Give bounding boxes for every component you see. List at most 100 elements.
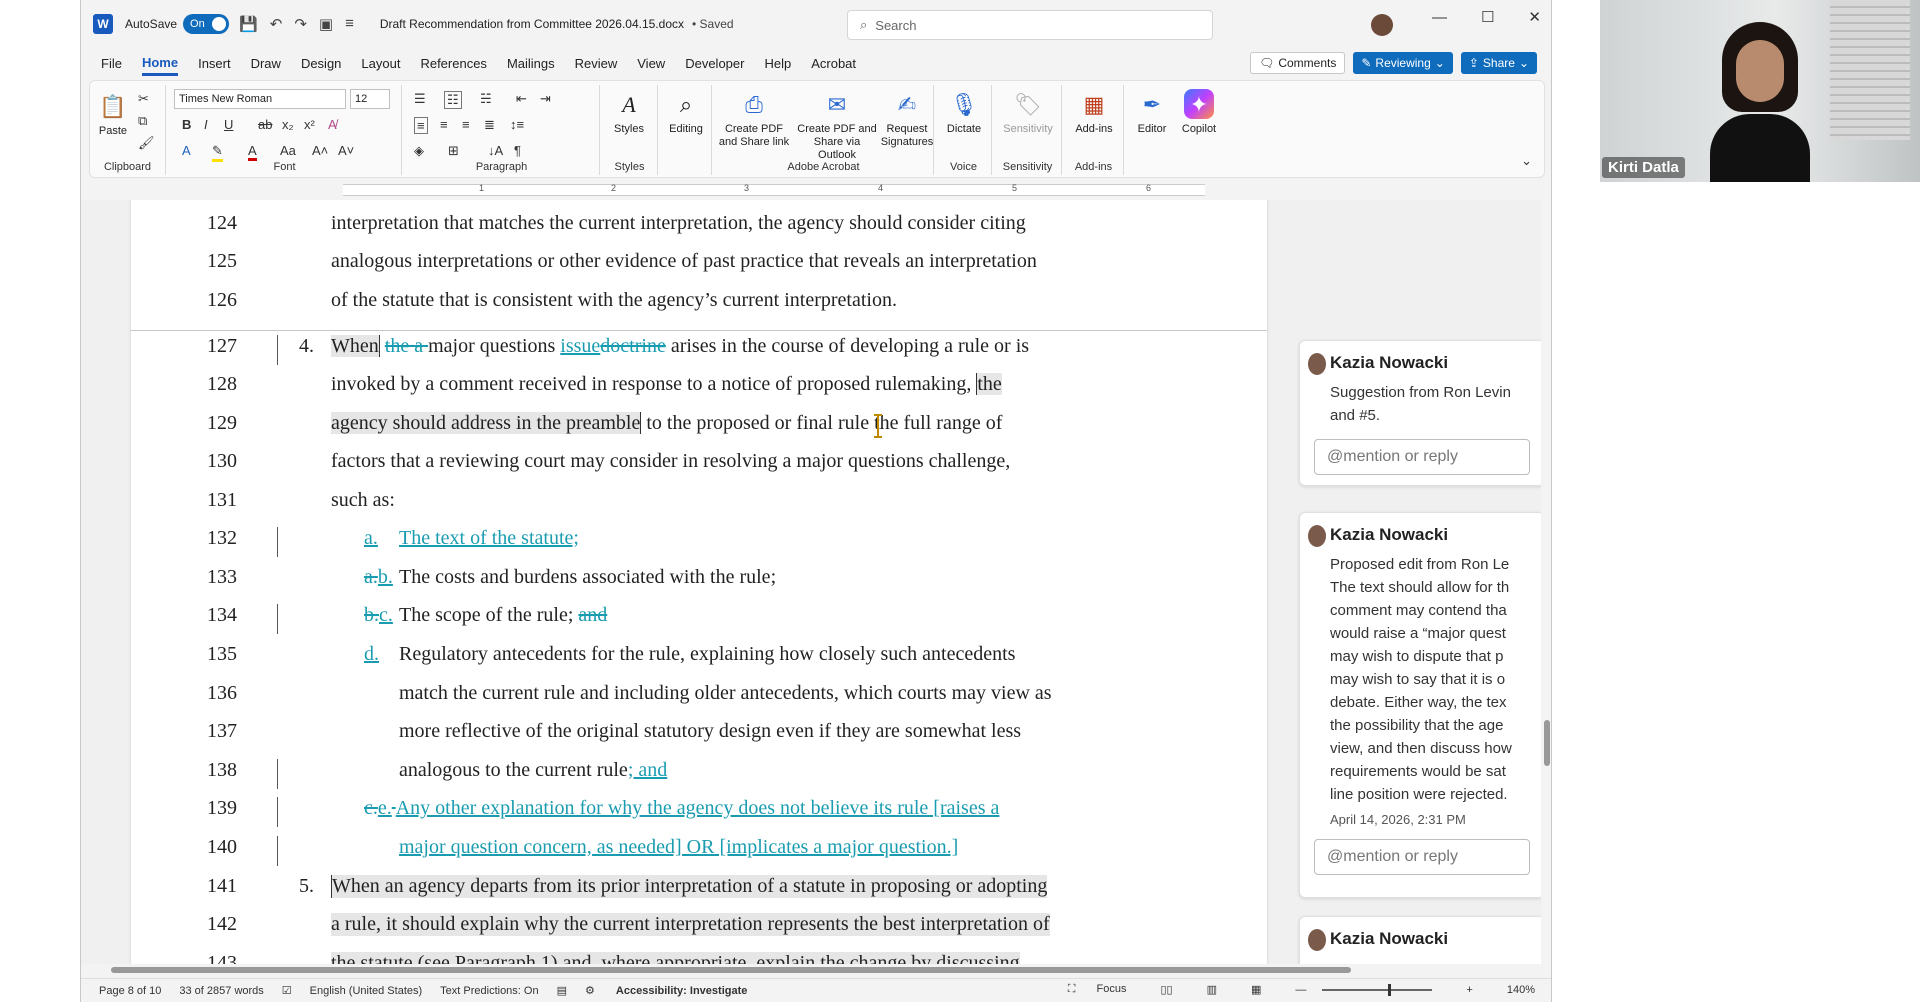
addins-button[interactable]: ▦ Add-ins [1068, 89, 1120, 136]
read-mode-icon[interactable]: ▯▯ [1161, 983, 1173, 996]
editor-button[interactable]: ✒ Editor [1130, 89, 1174, 136]
reply-input[interactable]: @mention or reply [1314, 439, 1530, 475]
document-title[interactable]: Draft Recommendation from Committee 2026… [380, 17, 684, 31]
align-center-icon[interactable]: ≡ [440, 117, 448, 132]
reply-input[interactable]: @mention or reply [1314, 839, 1530, 875]
borders-icon[interactable]: ⊞ [448, 143, 459, 159]
comment-card[interactable]: Kazia Nowacki [1299, 916, 1541, 964]
tab-home[interactable]: Home [141, 55, 179, 76]
language-indicator[interactable]: English (United States) [310, 985, 423, 997]
scrollbar-thumb[interactable] [1544, 720, 1550, 766]
autosave-toggle[interactable]: On [183, 14, 230, 34]
italic-icon[interactable]: I [204, 117, 208, 132]
text-predictions[interactable]: Text Predictions: On [440, 985, 538, 997]
create-pdf-link-button[interactable]: ⎙ Create PDF and Share link [716, 89, 792, 149]
underline-icon[interactable]: U [224, 117, 233, 132]
tab-draw[interactable]: Draw [251, 56, 281, 74]
bold-icon[interactable]: B [182, 117, 191, 132]
editing-button[interactable]: ⌕ Editing [662, 89, 710, 136]
superscript-icon[interactable]: x² [304, 117, 315, 132]
document-line: 137 more reflective of the original stat… [131, 720, 1267, 758]
tab-references[interactable]: References [420, 56, 486, 74]
shrink-font-icon[interactable]: A˅ [338, 143, 354, 158]
tab-view[interactable]: View [637, 56, 665, 74]
copilot-button[interactable]: ✦ Copilot [1176, 89, 1222, 136]
bullets-icon[interactable]: ☰ [414, 91, 426, 107]
justify-icon[interactable]: ≣ [484, 117, 495, 133]
maximize-icon[interactable]: ☐ [1481, 8, 1494, 26]
decrease-indent-icon[interactable]: ⇤ [516, 91, 527, 107]
save-icon[interactable]: 💾 [239, 15, 258, 33]
close-icon[interactable]: ✕ [1528, 8, 1541, 26]
format-painter-qat-icon[interactable]: ▣ [319, 15, 333, 33]
font-size-select[interactable]: 12 [350, 89, 390, 109]
tab-help[interactable]: Help [764, 56, 791, 74]
saved-status[interactable]: • Saved [692, 17, 734, 31]
comment-card[interactable]: Kazia Nowacki Suggestion from Ron Levin … [1299, 340, 1541, 486]
vertical-scrollbar[interactable] [1541, 200, 1551, 964]
accessibility-status[interactable]: ⚙ Accessibility: Investigate [585, 984, 747, 997]
page-indicator[interactable]: Page 8 of 10 [99, 985, 161, 997]
undo-icon[interactable]: ↶ [270, 15, 283, 33]
shading-icon[interactable]: ◈ [414, 143, 424, 159]
tab-layout[interactable]: Layout [361, 56, 400, 74]
redo-icon[interactable]: ↷ [294, 15, 307, 33]
tab-review[interactable]: Review [575, 56, 618, 74]
align-left-icon[interactable]: ≡ [414, 117, 428, 134]
search-box[interactable]: ⌕ Search [847, 10, 1213, 40]
reviewing-button[interactable]: ✎ Reviewing ⌄ [1353, 52, 1453, 74]
collapse-ribbon-icon[interactable]: ⌄ [1521, 153, 1532, 169]
format-painter-icon[interactable]: 🖌 [138, 135, 155, 151]
increase-indent-icon[interactable]: ⇥ [540, 91, 551, 107]
grow-font-icon[interactable]: A˄ [312, 143, 328, 158]
request-signatures-button[interactable]: ✍ Request Signatures [880, 89, 934, 149]
comment-card[interactable]: Kazia Nowacki Proposed edit from Ron Le … [1299, 512, 1541, 898]
word-count[interactable]: 33 of 2857 words [179, 985, 263, 997]
zoom-in-icon[interactable]: + [1466, 984, 1472, 996]
horizontal-scrollbar[interactable] [101, 964, 1541, 976]
comments-button[interactable]: 🗨 Comments [1250, 52, 1346, 74]
numbering-icon[interactable]: ☷ [444, 91, 462, 109]
tab-design[interactable]: Design [301, 56, 341, 74]
document-page[interactable]: 124 interpretation that matches the curr… [131, 200, 1267, 964]
font-color-icon[interactable]: A [248, 143, 257, 161]
strikethrough-icon[interactable]: ab [258, 117, 272, 132]
horizontal-ruler[interactable]: 1 2 3 4 5 6 [81, 180, 1551, 200]
line-spacing-icon[interactable]: ↕≡ [510, 117, 524, 132]
font-name-select[interactable]: Times New Roman [174, 89, 346, 109]
zoom-out-icon[interactable]: — [1295, 984, 1306, 996]
create-pdf-outlook-button[interactable]: ✉ Create PDF and Share via Outlook [794, 89, 880, 162]
customize-qat-icon[interactable]: ≡ [345, 15, 354, 33]
tab-file[interactable]: File [101, 56, 122, 74]
proofing-icon[interactable]: ☑ [282, 984, 292, 997]
zoom-level[interactable]: 140% [1507, 984, 1535, 996]
tab-mailings[interactable]: Mailings [507, 56, 555, 74]
focus-button[interactable]: ⛶ Focus [1068, 983, 1127, 996]
print-layout-icon[interactable]: ▥ [1207, 983, 1217, 996]
user-avatar[interactable] [1371, 14, 1393, 36]
cut-icon[interactable]: ✂ [138, 91, 149, 107]
align-right-icon[interactable]: ≡ [462, 117, 470, 132]
text-effects-icon[interactable]: A [182, 143, 191, 158]
web-layout-icon[interactable]: ▦ [1251, 983, 1261, 996]
dictate-button[interactable]: 🎙 Dictate [940, 89, 988, 136]
track-changes-icon[interactable]: ▤ [557, 984, 567, 997]
scrollbar-thumb[interactable] [111, 967, 1351, 973]
change-case-icon[interactable]: Aa [280, 143, 296, 158]
tab-developer[interactable]: Developer [685, 56, 744, 74]
show-marks-icon[interactable]: ¶ [514, 143, 521, 158]
zoom-slider[interactable] [1322, 983, 1433, 996]
share-button[interactable]: ⇪ Share ⌄ [1460, 52, 1537, 74]
clear-formatting-icon[interactable]: A̸ [328, 117, 337, 132]
sort-icon[interactable]: ↓A [488, 143, 503, 158]
subscript-icon[interactable]: x₂ [282, 117, 294, 132]
highlight-icon[interactable]: ✎ [212, 143, 223, 162]
tab-acrobat[interactable]: Acrobat [811, 56, 856, 74]
tab-insert[interactable]: Insert [198, 56, 231, 74]
styles-button[interactable]: A Styles [606, 89, 652, 136]
copy-icon[interactable]: ⧉ [138, 113, 147, 129]
sensitivity-button[interactable]: 🏷 Sensitivity [998, 89, 1058, 136]
paste-button[interactable]: 📋 Paste [96, 91, 130, 138]
multilevel-list-icon[interactable]: ☵ [480, 91, 492, 107]
minimize-icon[interactable]: — [1432, 9, 1447, 26]
